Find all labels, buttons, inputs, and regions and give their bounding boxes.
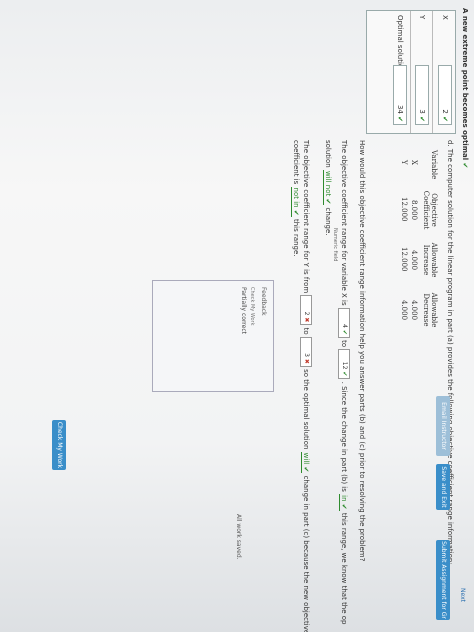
select-value: will bbox=[302, 452, 310, 465]
line-text: this range, we know that the op bbox=[340, 512, 348, 625]
save-exit-button[interactable]: Save and Exit bbox=[436, 464, 450, 510]
row-label: Optimal solution bbox=[396, 15, 404, 73]
line-text: this range. bbox=[292, 218, 300, 257]
line-text: solution bbox=[324, 140, 332, 168]
select-value: will not bbox=[324, 170, 332, 197]
will-select[interactable]: will ✔ bbox=[301, 451, 310, 474]
value-field[interactable]: 3 ✔ bbox=[415, 65, 429, 125]
input-value: 12 bbox=[341, 361, 348, 370]
input-value: 2 bbox=[303, 311, 310, 316]
feedback-status: Partially correct bbox=[240, 287, 247, 334]
y-low-input[interactable]: 2 ✖ bbox=[300, 295, 312, 326]
feedback-panel: Feedback Check My Work Partially correct bbox=[152, 280, 274, 392]
solution-table: X 2 ✔ Y 3 ✔ Optimal solution 34 ✔ bbox=[366, 10, 456, 134]
check-icon: ✔ bbox=[396, 116, 404, 122]
value-field[interactable]: 34 ✔ bbox=[393, 65, 407, 125]
check-icon: ✔ bbox=[441, 116, 449, 122]
check-icon: ✔ bbox=[418, 116, 426, 122]
value-field[interactable]: 2 ✔ bbox=[438, 65, 452, 125]
row-increase: 4.000 bbox=[410, 250, 418, 271]
row-decrease: 4.000 bbox=[400, 300, 408, 321]
line-text: coefficient is bbox=[292, 140, 300, 185]
next-link[interactable]: Next bbox=[459, 588, 466, 602]
to-text: to bbox=[302, 327, 310, 335]
status-text: All work saved. bbox=[235, 514, 242, 560]
range-table: Variable Objective Coefficient Allowable… bbox=[378, 150, 438, 327]
check-icon: ✔ bbox=[341, 329, 348, 335]
cell-value: 2 bbox=[441, 109, 449, 114]
select-value: in bbox=[340, 495, 348, 502]
cell-value: 3 bbox=[418, 109, 426, 114]
answer-line-1: The objective coefficient range for vari… bbox=[338, 140, 350, 625]
table-row: Y 3 ✔ bbox=[410, 11, 433, 133]
row-label: X bbox=[441, 15, 449, 20]
email-instructor-button[interactable]: Email Instructor bbox=[436, 396, 450, 456]
y-high-input[interactable]: 3 ✖ bbox=[300, 336, 312, 367]
heading-row: A new extreme point becomes optimal ✔ bbox=[461, 8, 469, 168]
question-text: How would this objective coefficient ran… bbox=[358, 140, 366, 562]
input-value: 4 bbox=[341, 324, 348, 328]
x-icon: ✖ bbox=[303, 358, 310, 364]
check-my-work-button[interactable]: Check My Work bbox=[52, 420, 66, 470]
in-select[interactable]: in ✔ bbox=[339, 494, 348, 511]
feedback-title: Feedback bbox=[260, 287, 267, 316]
feedback-check-label: Check My Work bbox=[249, 287, 255, 326]
line-text: The objective coefficient range for Y is… bbox=[302, 140, 310, 294]
line-text: The objective coefficient range for vari… bbox=[340, 140, 348, 306]
header-objective: Objective Coefficient bbox=[422, 190, 438, 230]
page-canvas: A new extreme point becomes optimal ✔ X … bbox=[0, 0, 474, 632]
row-variable: X bbox=[410, 160, 418, 165]
line-text: change in part (c) because the new objec… bbox=[302, 475, 310, 632]
row-objective: 12.000 bbox=[400, 197, 408, 222]
row-variable: Y bbox=[400, 160, 408, 165]
line-text: . Since the change in part (b) is bbox=[340, 381, 348, 492]
x-high-input[interactable]: 12 ✔ bbox=[338, 349, 350, 380]
heading-text: A new extreme point becomes optimal bbox=[461, 8, 469, 161]
line-text: so the optimal solution bbox=[302, 369, 310, 450]
input-value: 3 bbox=[303, 353, 310, 357]
to-text: to bbox=[340, 340, 348, 348]
row-objective: 8.000 bbox=[410, 200, 418, 221]
answer-line-2: solution will not ✔ change. bbox=[323, 140, 332, 236]
answer-line-3: The objective coefficient range for Y is… bbox=[300, 140, 312, 632]
table-row: Optimal solution 34 ✔ bbox=[388, 11, 411, 133]
will-not-select[interactable]: will not ✔ bbox=[323, 169, 332, 206]
answer-line-4: coefficient is not in ✔ this range. bbox=[291, 140, 300, 257]
cell-value: 34 bbox=[396, 104, 404, 114]
header-decrease: Allowable Decrease bbox=[422, 292, 438, 328]
select-value: not in bbox=[292, 187, 300, 208]
not-in-select[interactable]: not in ✔ bbox=[291, 186, 300, 217]
header-increase: Allowable Increase bbox=[422, 242, 438, 278]
row-increase: 12.000 bbox=[400, 247, 408, 272]
x-icon: ✖ bbox=[303, 317, 310, 323]
header-variable: Variable bbox=[430, 150, 438, 180]
x-low-input[interactable]: 4 ✔ bbox=[338, 307, 350, 338]
line-text: change. bbox=[324, 207, 332, 236]
submit-assignment-button[interactable]: Submit Assignment for Gr bbox=[436, 540, 450, 620]
row-label: Y bbox=[418, 15, 426, 20]
table-row: X 2 ✔ bbox=[433, 11, 455, 133]
numeric-field-hint: Numeric field bbox=[332, 228, 338, 262]
row-decrease: 4.000 bbox=[410, 300, 418, 321]
check-icon: ✔ bbox=[341, 371, 348, 377]
check-icon: ✔ bbox=[461, 162, 469, 169]
